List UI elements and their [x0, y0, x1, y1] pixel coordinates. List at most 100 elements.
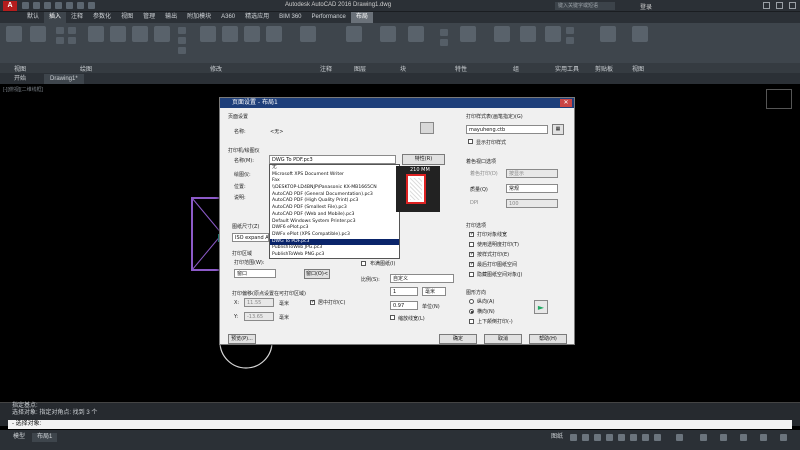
show-styles-checkbox[interactable]: [468, 139, 473, 144]
x-offset-input[interactable]: 11.55: [244, 298, 274, 307]
ribbon-small-icon[interactable]: [566, 37, 574, 44]
list-item[interactable]: 无: [270, 165, 399, 172]
ribbon-small-icon[interactable]: [566, 27, 574, 34]
open-icon[interactable]: [33, 2, 40, 9]
list-item[interactable]: DWF6 ePlot.pc3: [270, 225, 399, 232]
tab-featured-apps[interactable]: 精选应用: [240, 12, 274, 23]
scale-select[interactable]: 自定义: [390, 274, 454, 283]
list-item[interactable]: PublishToWeb PNG.pc3: [270, 252, 399, 258]
selection-cycling-icon[interactable]: [654, 434, 661, 441]
plot-icon[interactable]: [66, 2, 73, 9]
ribbon-button-icon[interactable]: [110, 26, 126, 42]
ribbon-button-icon[interactable]: [380, 26, 396, 42]
list-item[interactable]: Microsoft XPS Document Writer: [270, 172, 399, 179]
annotation-scale-icon[interactable]: [676, 434, 683, 441]
scale-unit-select[interactable]: 毫米: [422, 287, 446, 296]
edit-plot-style-button[interactable]: ▦: [552, 124, 564, 135]
tab-insert[interactable]: 插入: [44, 12, 67, 23]
hardware-acceleration-icon[interactable]: [760, 434, 767, 441]
quality-select[interactable]: 常规: [506, 184, 558, 193]
sign-in-link[interactable]: 登录: [640, 2, 652, 11]
redo-icon[interactable]: [88, 2, 95, 9]
ribbon-button-icon[interactable]: [520, 26, 536, 42]
snap-icon[interactable]: [582, 434, 589, 441]
tab-drawing1[interactable]: Drawing1*: [44, 74, 84, 84]
ok-button[interactable]: 确定: [439, 334, 477, 344]
ribbon-button-icon[interactable]: [222, 26, 238, 42]
ribbon-small-icon[interactable]: [68, 27, 76, 34]
tab-a360[interactable]: A360: [216, 12, 240, 23]
isolate-objects-icon[interactable]: [740, 434, 747, 441]
tab-bim360[interactable]: BIM 360: [274, 12, 306, 23]
fit-paper-checkbox[interactable]: [361, 261, 366, 266]
ribbon-button-icon[interactable]: [154, 26, 170, 42]
dpi-input[interactable]: 100: [506, 199, 558, 208]
undo-icon[interactable]: [77, 2, 84, 9]
tab-manage[interactable]: 管理: [138, 12, 160, 23]
new-icon[interactable]: [22, 2, 29, 9]
tab-layout1[interactable]: 布局1: [32, 433, 58, 442]
save-icon[interactable]: [44, 2, 51, 9]
minimize-icon[interactable]: [763, 2, 770, 9]
printer-select[interactable]: DWG To PDF.pc3: [269, 155, 396, 164]
opt-lineweights-checkbox[interactable]: [469, 231, 474, 237]
list-item[interactable]: AutoCAD PDF (Web and Mobile).pc3: [270, 212, 399, 219]
ribbon-button-icon[interactable]: [494, 26, 510, 42]
window-button[interactable]: 窗口(O)<: [304, 269, 330, 279]
tab-annotate[interactable]: 注释: [66, 12, 88, 23]
ribbon-button-icon[interactable]: [200, 26, 216, 42]
customization-icon[interactable]: [780, 434, 787, 441]
ribbon-button-icon[interactable]: [545, 26, 561, 42]
scale-numerator-input[interactable]: 1: [390, 287, 418, 296]
close-icon[interactable]: [789, 2, 796, 9]
lineweight-icon[interactable]: [630, 434, 637, 441]
ribbon-small-icon[interactable]: [178, 47, 186, 54]
tab-parametric[interactable]: 参数化: [88, 12, 116, 23]
opt-plot-styles-checkbox[interactable]: [469, 251, 474, 257]
ribbon-small-icon[interactable]: [440, 39, 448, 46]
list-item[interactable]: \\DESKTOP-LD4BNJP\Panasonic KX-MB1665CN: [270, 185, 399, 192]
plot-range-select[interactable]: 窗口: [234, 269, 276, 278]
grid-icon[interactable]: [570, 434, 577, 441]
application-menu-button[interactable]: A: [3, 1, 17, 11]
tab-view[interactable]: 视图: [116, 12, 138, 23]
portrait-radio[interactable]: [469, 299, 474, 304]
dialog-close-button[interactable]: ✕: [560, 99, 572, 107]
properties-button[interactable]: 特性(R): [402, 154, 445, 165]
workspace-icon[interactable]: [700, 434, 707, 441]
ribbon-button-icon[interactable]: [408, 26, 424, 42]
transparency-icon[interactable]: [642, 434, 649, 441]
shade-plot-select[interactable]: 按显示: [506, 169, 558, 178]
center-plot-checkbox[interactable]: [310, 299, 315, 305]
opt-hide-objects-checkbox[interactable]: [469, 272, 474, 277]
ribbon-button-icon[interactable]: [460, 26, 476, 42]
paper-size-select[interactable]: ISO expand A4: [232, 233, 269, 242]
tab-model[interactable]: 模型: [8, 433, 30, 442]
ribbon-small-icon[interactable]: [178, 27, 186, 34]
opt-transparency-checkbox[interactable]: [469, 242, 474, 247]
ribbon-button-icon[interactable]: [88, 26, 104, 42]
tab-addins[interactable]: 附加模块: [182, 12, 216, 23]
ribbon-button-icon[interactable]: [300, 26, 316, 42]
help-button[interactable]: 帮助(H): [529, 334, 567, 344]
search-input[interactable]: 键入关键字或短语: [555, 2, 615, 10]
ribbon-small-icon[interactable]: [440, 29, 448, 36]
scale-lineweight-checkbox[interactable]: [390, 315, 395, 320]
maximize-icon[interactable]: [776, 2, 783, 9]
tab-start[interactable]: 开始: [8, 74, 32, 84]
list-item[interactable]: AutoCAD PDF (Smallest File).pc3: [270, 205, 399, 212]
tab-layout[interactable]: 布局: [350, 12, 373, 23]
tab-output[interactable]: 输出: [160, 12, 182, 23]
ribbon-button-icon[interactable]: [244, 26, 260, 42]
ribbon-button-icon[interactable]: [132, 26, 148, 42]
landscape-radio[interactable]: [469, 309, 474, 314]
ortho-icon[interactable]: [594, 434, 601, 441]
plot-style-select[interactable]: mayuheng.ctb: [466, 125, 548, 134]
opt-paperspace-last-checkbox[interactable]: [469, 261, 474, 267]
cancel-button[interactable]: 取消: [484, 334, 522, 344]
ribbon-small-icon[interactable]: [68, 37, 76, 44]
preview-button[interactable]: 预览(P)...: [228, 334, 256, 344]
tab-performance[interactable]: Performance: [307, 12, 351, 23]
ribbon-button-icon[interactable]: [30, 26, 46, 42]
scale-denominator-input[interactable]: 0.97: [390, 301, 418, 310]
